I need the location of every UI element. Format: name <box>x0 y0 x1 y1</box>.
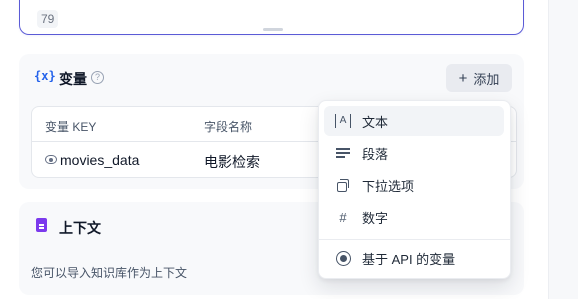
paragraph-icon <box>334 144 352 162</box>
add-button-label: 添加 <box>473 71 500 87</box>
text-icon: A <box>334 112 352 130</box>
api-icon <box>334 249 352 267</box>
number-icon: # <box>339 209 347 225</box>
menu-item-label: 基于 API 的变量 <box>362 251 456 267</box>
menu-item-paragraph[interactable]: 段落 <box>324 138 504 168</box>
resize-handle[interactable] <box>263 28 283 31</box>
help-icon[interactable]: ? <box>91 71 104 84</box>
right-panel-edge <box>548 0 578 299</box>
variables-title: 变量 <box>59 71 87 87</box>
menu-item-text[interactable]: A 文本 <box>324 106 504 136</box>
context-description: 您可以导入知识库作为上下文 <box>31 266 188 280</box>
add-variable-dropdown: A 文本 段落 下拉选项 # 数字 基于 API 的变量 <box>318 100 511 279</box>
menu-item-api-variable[interactable]: 基于 API 的变量 <box>324 243 504 273</box>
menu-item-select[interactable]: 下拉选项 <box>324 170 504 200</box>
menu-divider <box>319 239 510 240</box>
select-icon <box>334 176 352 194</box>
prompt-textarea[interactable]: 79 <box>19 0 524 35</box>
context-title: 上下文 <box>59 220 101 236</box>
menu-item-label: 下拉选项 <box>362 178 415 194</box>
add-variable-button[interactable]: + 添加 <box>446 64 512 92</box>
menu-item-label: 数字 <box>362 210 389 226</box>
document-icon <box>36 218 47 232</box>
column-header-name: 字段名称 <box>204 120 253 134</box>
menu-item-label: 文本 <box>362 114 389 130</box>
variable-name-cell[interactable]: 电影检索 <box>204 152 260 172</box>
variable-icon: {x} <box>34 69 56 83</box>
variable-key-cell[interactable]: movies_data <box>60 152 139 168</box>
plus-icon: + <box>458 69 468 87</box>
column-header-key: 变量 KEY <box>45 120 97 134</box>
char-count-badge: 79 <box>37 10 59 28</box>
menu-item-label: 段落 <box>362 146 389 162</box>
menu-item-number[interactable]: # 数字 <box>324 202 504 232</box>
variable-type-icon <box>45 155 57 164</box>
